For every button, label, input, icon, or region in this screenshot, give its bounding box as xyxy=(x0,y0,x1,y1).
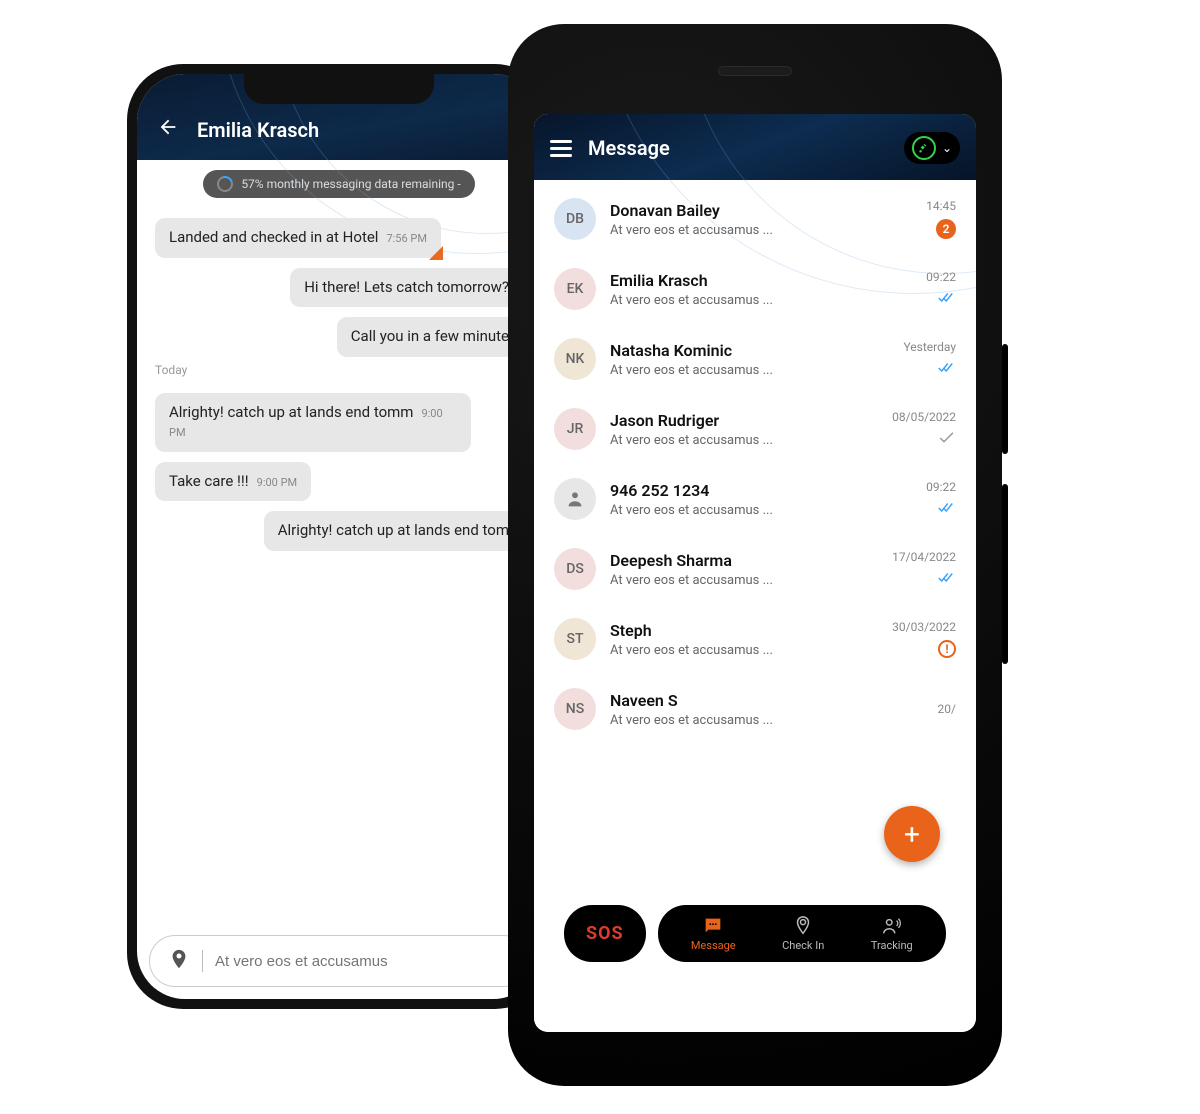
avatar: NK xyxy=(554,338,596,380)
conversation-row[interactable]: DB Donavan Bailey At vero eos et accusamus… xyxy=(552,184,958,254)
conversation-time: 09:22 xyxy=(926,270,956,284)
person-icon xyxy=(554,478,596,520)
avatar: NS xyxy=(554,688,596,730)
unread-badge: 2 xyxy=(936,219,956,239)
nav-message[interactable]: Message xyxy=(683,913,744,954)
conversation-name: 946 252 1234 xyxy=(610,481,864,500)
conversation-name: Steph xyxy=(610,621,864,640)
message-text: Alrighty! catch up at lands end tom xyxy=(278,521,509,539)
message-bubble[interactable]: Hi there! Lets catch tomorrow? xyxy=(155,268,523,308)
conversation-time: 30/03/2022 xyxy=(892,620,956,634)
conversation-time: 17/04/2022 xyxy=(892,550,956,564)
message-text: Hi there! Lets catch tomorrow? xyxy=(304,278,509,296)
message-composer[interactable] xyxy=(149,935,529,987)
conversation-preview: At vero eos et accusamus ... xyxy=(610,643,864,658)
conversation-name: Natasha Kominic xyxy=(610,341,864,360)
message-text: Landed and checked in at Hotel xyxy=(169,228,378,246)
conversation-time: 08/05/2022 xyxy=(892,410,956,424)
message-text: Call you in a few minute xyxy=(351,327,509,345)
message-text: Alrighty! catch up at lands end tomm xyxy=(169,403,413,421)
inbox-title: Message xyxy=(588,136,670,160)
message-bubble[interactable]: Take care !!! 9:00 PM xyxy=(155,462,523,502)
conversation-row[interactable]: NK Natasha Kominic At vero eos et accusamu… xyxy=(552,324,958,394)
avatar: DS xyxy=(554,548,596,590)
conversation-list[interactable]: DB Donavan Bailey At vero eos et accusamus… xyxy=(534,170,976,1032)
phone-chat: Emilia Krasch 57% monthly messaging data… xyxy=(127,64,551,1009)
divider xyxy=(202,950,203,972)
location-pin-icon[interactable] xyxy=(168,948,190,974)
conversation-time: 14:45 xyxy=(926,199,956,213)
conversation-preview: At vero eos et accusamus ... xyxy=(610,713,864,728)
conversation-row[interactable]: JR Jason Rudriger At vero eos et accusamus… xyxy=(552,394,958,464)
message-icon xyxy=(702,915,724,937)
message-bubble[interactable]: Call you in a few minute xyxy=(155,317,523,357)
chevron-down-icon: ⌄ xyxy=(942,141,952,155)
notch xyxy=(244,74,434,104)
avatar: EK xyxy=(554,268,596,310)
message-bubble[interactable]: Landed and checked in at Hotel 7:56 PM xyxy=(155,218,523,258)
check-icon xyxy=(938,430,956,449)
conversation-time: 20/ xyxy=(938,702,956,716)
conversation-row[interactable]: NS Naveen S At vero eos et accusamus ... 20… xyxy=(552,674,958,744)
bubble-accent-icon xyxy=(429,246,443,260)
menu-icon[interactable] xyxy=(550,140,572,157)
double-check-icon xyxy=(938,360,956,379)
message-timestamp: 7:56 PM xyxy=(386,232,426,245)
message-bubble[interactable]: Alrighty! catch up at lands end tomm9:00… xyxy=(155,393,523,452)
checkin-icon xyxy=(792,915,814,937)
warning-icon: ! xyxy=(938,640,956,658)
back-arrow-icon[interactable] xyxy=(157,116,179,144)
conversation-time: 09:22 xyxy=(926,480,956,494)
satellite-icon xyxy=(912,136,936,160)
avatar: DB xyxy=(554,198,596,240)
avatar: JR xyxy=(554,408,596,450)
tracking-icon xyxy=(881,915,903,937)
chat-body: 57% monthly messaging data remaining - L… xyxy=(137,160,541,935)
conversation-name: Emilia Krasch xyxy=(610,271,864,290)
satellite-status-toggle[interactable]: ⌄ xyxy=(904,132,960,164)
conversation-preview: At vero eos et accusamus ... xyxy=(610,223,864,238)
nav-checkin[interactable]: Check In xyxy=(774,913,832,954)
conversation-name: Deepesh Sharma xyxy=(610,551,864,570)
message-text: Take care !!! xyxy=(169,472,249,490)
nav-tracking[interactable]: Tracking xyxy=(863,913,921,954)
conversation-row[interactable]: ST Steph At vero eos et accusamus ... 30/03… xyxy=(552,604,958,674)
progress-ring-icon xyxy=(214,173,236,195)
double-check-icon xyxy=(938,500,956,519)
conversation-preview: At vero eos et accusamus ... xyxy=(610,573,864,588)
double-check-icon xyxy=(938,570,956,589)
conversation-preview: At vero eos et accusamus ... xyxy=(610,503,864,518)
conversation-name: Naveen S xyxy=(610,691,864,710)
double-check-icon xyxy=(938,290,956,309)
conversation-row[interactable]: 946 252 1234 At vero eos et accusamus ...… xyxy=(552,464,958,534)
speaker-grill xyxy=(718,66,792,76)
conversation-row[interactable]: DS Deepesh Sharma At vero eos et accusamus… xyxy=(552,534,958,604)
plus-icon: + xyxy=(904,818,920,851)
conversation-name: Donavan Bailey xyxy=(610,201,864,220)
conversation-row[interactable]: EK Emilia Krasch At vero eos et accusamus … xyxy=(552,254,958,324)
message-bubble[interactable]: Alrighty! catch up at lands end tom xyxy=(155,511,523,551)
message-timestamp: 9:00 PM xyxy=(257,476,297,489)
bottom-nav: SOS Message Check In Tracking xyxy=(564,905,946,962)
conversation-preview: At vero eos et accusamus ... xyxy=(610,293,864,308)
data-usage-pill: 57% monthly messaging data remaining - xyxy=(203,170,474,198)
new-message-fab[interactable]: + xyxy=(884,806,940,862)
chat-title: Emilia Krasch xyxy=(197,118,319,142)
day-separator: Today xyxy=(155,357,523,383)
conversation-name: Jason Rudriger xyxy=(610,411,864,430)
conversation-preview: At vero eos et accusamus ... xyxy=(610,363,864,378)
data-usage-text: 57% monthly messaging data remaining - xyxy=(241,177,460,191)
inbox-header: Message ⌄ xyxy=(534,114,976,180)
message-input[interactable] xyxy=(215,953,510,970)
sos-button[interactable]: SOS xyxy=(564,905,646,962)
conversation-time: Yesterday xyxy=(903,340,956,354)
phone-inbox: Message ⌄ DB Donavan Bailey At vero eos et… xyxy=(508,24,1002,1086)
avatar: ST xyxy=(554,618,596,660)
conversation-preview: At vero eos et accusamus ... xyxy=(610,433,864,448)
